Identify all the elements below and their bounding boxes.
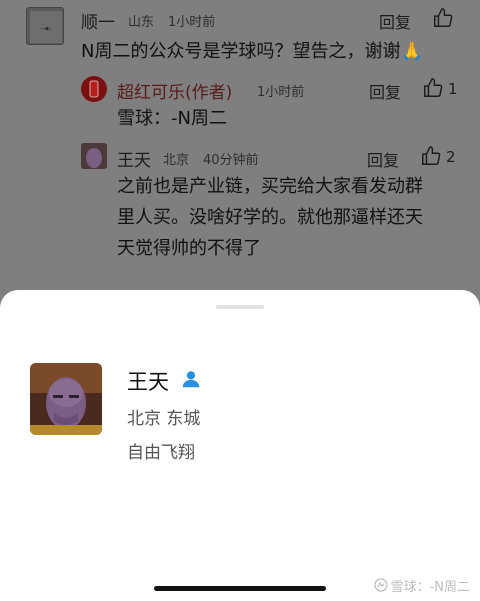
comment-text: 雪球：-N周二 <box>117 108 227 129</box>
avatar[interactable]: -◂- <box>26 7 64 45</box>
sheet-drag-handle[interactable] <box>216 305 264 309</box>
comment-location: 山东 <box>128 15 155 30</box>
watermark: 雪球：-N周二 <box>373 576 470 597</box>
svg-text:-◂-: -◂- <box>40 24 51 34</box>
like-count: 1 <box>448 80 458 98</box>
comment-text-line: 天觉得帅的不得了 <box>117 238 261 259</box>
person-verified-icon <box>180 368 202 394</box>
comment-username[interactable]: 王天 <box>117 146 151 171</box>
comment-time: 1小时前 <box>168 15 216 30</box>
comment-username[interactable]: 超红可乐(作者) <box>117 78 232 103</box>
thumbs-up-icon[interactable] <box>422 77 444 103</box>
comment-time: 1小时前 <box>257 85 305 100</box>
comment-text-line: 之前也是产业链，买完给大家看发动群 <box>117 176 423 197</box>
avatar[interactable] <box>81 76 107 102</box>
comment-text: N周二的公众号是学球吗？望告之，谢谢🙏 <box>81 41 423 62</box>
thumbs-up-icon[interactable] <box>432 7 454 33</box>
thumbs-up-icon[interactable] <box>420 145 442 171</box>
profile-avatar[interactable] <box>30 363 102 435</box>
profile-location: 北京 东城 <box>127 409 201 429</box>
reply-button[interactable]: 回复 <box>367 147 399 171</box>
home-indicator[interactable] <box>154 586 326 591</box>
profile-name: 王天 <box>127 370 169 394</box>
profile-bottom-sheet: 王天 北京 东城 自由飞翔 雪球：-N周二 <box>0 290 480 601</box>
reply-button[interactable]: 回复 <box>379 9 411 33</box>
snowball-logo-icon <box>373 578 388 596</box>
like-count: 2 <box>446 148 456 166</box>
profile-bio: 自由飞翔 <box>127 443 195 463</box>
comment-location: 北京 <box>163 153 190 168</box>
watermark-text: 雪球：-N周二 <box>390 579 470 595</box>
comment-username[interactable]: 顺一 <box>81 8 115 33</box>
reply-button[interactable]: 回复 <box>369 79 401 103</box>
comment-time: 40分钟前 <box>203 153 259 168</box>
comment-text-line: 里人买。没啥好学的。就他那逼样还天 <box>117 207 423 228</box>
avatar[interactable] <box>81 143 107 169</box>
